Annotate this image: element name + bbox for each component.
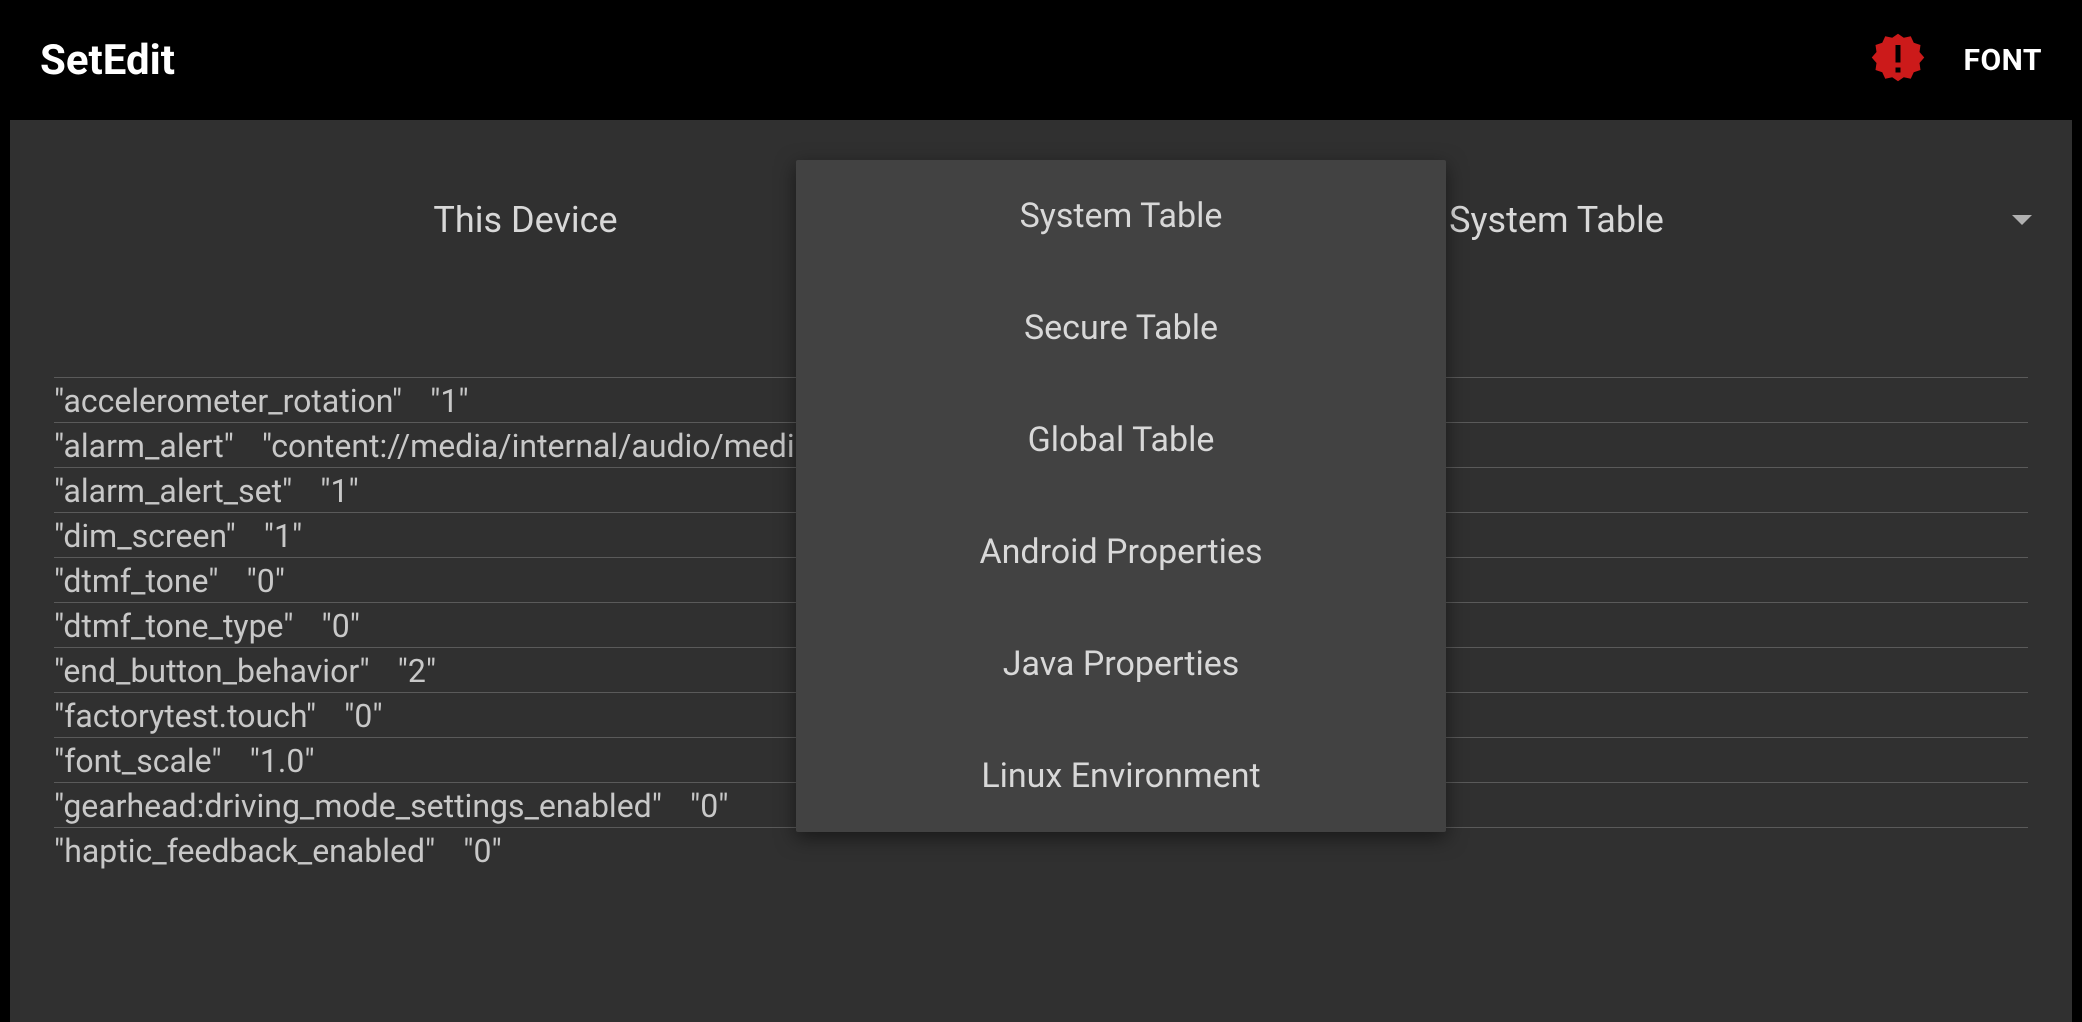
setting-value: "0": [322, 607, 360, 645]
app-header: SetEdit FONT: [0, 0, 2082, 120]
setting-key: "accelerometer_rotation": [54, 382, 402, 420]
setting-key: "haptic_feedback_enabled": [54, 832, 435, 870]
setting-value: "0": [690, 787, 728, 825]
setting-key: "gearhead:driving_mode_settings_enabled": [54, 787, 662, 825]
setting-key: "dim_screen": [54, 517, 236, 555]
setting-value: "0": [344, 697, 382, 735]
menu-item-system-table[interactable]: System Table: [796, 160, 1446, 272]
setting-key: "alarm_alert": [54, 427, 234, 465]
setting-value: "1": [430, 382, 468, 420]
header-actions: FONT: [1868, 30, 2042, 90]
setting-key: "dtmf_tone_type": [54, 607, 294, 645]
menu-item-android-properties[interactable]: Android Properties: [796, 496, 1446, 608]
menu-item-linux-environment[interactable]: Linux Environment: [796, 720, 1446, 832]
table-row[interactable]: "haptic_feedback_enabled" "0": [54, 827, 2028, 872]
setting-value: "1.0": [250, 742, 315, 780]
menu-item-global-table[interactable]: Global Table: [796, 384, 1446, 496]
setting-key: "factorytest.touch": [54, 697, 316, 735]
setting-value: "1": [320, 472, 358, 510]
menu-item-java-properties[interactable]: Java Properties: [796, 608, 1446, 720]
setting-value: "1": [264, 517, 302, 555]
setting-key: "end_button_behavior": [54, 652, 370, 690]
table-dropdown-label: System Table: [1449, 199, 1664, 241]
setting-value: "2": [398, 652, 436, 690]
setting-key: "font_scale": [54, 742, 222, 780]
menu-item-secure-table[interactable]: Secure Table: [796, 272, 1446, 384]
setting-value: "0": [247, 562, 285, 600]
content-panel: This Device System Table + Add new setti…: [10, 120, 2072, 1022]
device-dropdown-label: This Device: [433, 199, 617, 241]
setting-key: "dtmf_tone": [54, 562, 219, 600]
chevron-down-icon: [2012, 215, 2032, 225]
setting-key: "alarm_alert_set": [54, 472, 292, 510]
table-dropdown-menu: System Table Secure Table Global Table A…: [796, 160, 1446, 832]
font-button[interactable]: FONT: [1964, 43, 2042, 78]
alert-icon[interactable]: [1868, 30, 1928, 90]
app-title: SetEdit: [40, 36, 175, 85]
setting-value: "0": [463, 832, 501, 870]
